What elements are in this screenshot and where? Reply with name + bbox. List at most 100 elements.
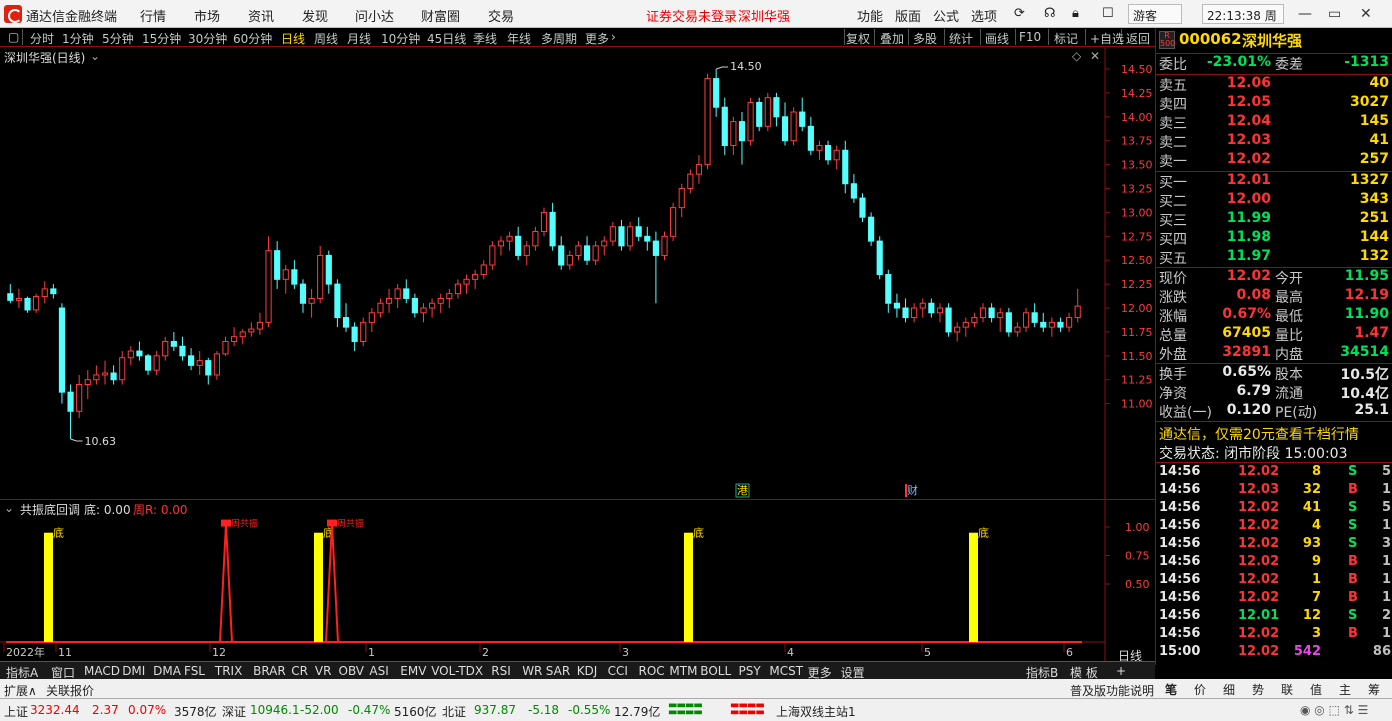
indicator-tab-cr[interactable]: CR [291,664,308,678]
period-8[interactable]: 月线 [347,30,371,47]
headset-icon[interactable]: ☊ [1044,6,1056,21]
indicator-tab-fsl[interactable]: FSL [184,664,205,678]
period-5[interactable]: 60分钟 [233,30,272,47]
hk-connect-marker[interactable]: 港 [737,484,748,497]
indicator-tab-trix[interactable]: TRIX [215,664,242,678]
period-2[interactable]: 5分钟 [102,30,134,47]
indicator-tab-boll[interactable]: BOLL [700,664,731,678]
promo-banner[interactable]: 通达信，仅需20元查看千档行情 [1159,424,1359,444]
menu-item-faxian[interactable]: 发现 [302,6,328,25]
indicator-tab-mcst[interactable]: MCST [769,664,803,678]
quote-tab-5[interactable]: 值 [1310,681,1322,698]
indicator-tab-macd[interactable]: MACD [84,664,120,678]
period-7[interactable]: 周线 [314,30,338,47]
toolbar-btn-2[interactable]: 多股 [913,30,937,47]
chart-settings-icon[interactable]: ⌄ [90,49,100,63]
indicator-tab-cci[interactable]: CCI [608,664,628,678]
indicator-tab-roc[interactable]: ROC [639,664,665,678]
indicator-tab-rsi[interactable]: RSI [491,664,511,678]
menu-item-hangqing[interactable]: 行情 [140,6,166,25]
quote-tab-6[interactable]: 主 [1339,681,1351,698]
close-icon[interactable]: ✕ [1360,6,1372,22]
period-9[interactable]: 10分钟 [381,30,420,47]
toolbar-btn-6[interactable]: 标记 [1054,30,1078,47]
indicator-tab-right-2[interactable]: + [1116,664,1126,678]
indicator-tab-wr[interactable]: WR [522,664,542,678]
kline-svg[interactable]: 14.50 14.25 14.00 13.75 13.50 13.25 13.00 12.75… [0,47,1155,499]
period-3[interactable]: 15分钟 [142,30,181,47]
quote-tab-4[interactable]: 联 [1281,681,1293,698]
indicator-tab-psy[interactable]: PSY [739,664,761,678]
quote-tab-1[interactable]: 价 [1194,681,1206,698]
status-icons[interactable]: ◉ ◎ ⬚ ⇅ ☰ [1300,703,1368,717]
period-11[interactable]: 季线 [473,30,497,47]
bid-row[interactable]: 买二 12.00 343 [1156,191,1392,210]
toolbar-btn-5[interactable]: F10 [1019,30,1041,44]
ask-row[interactable]: 卖四 12.05 3027 [1156,94,1392,113]
bid-row[interactable]: 买一 12.01 1327 [1156,172,1392,191]
indicator-svg[interactable]: 1.000.750.50底底底底周共振 周共振2022年 11 12 1 2 3 4 5 6 [0,500,1155,661]
diamond-icon[interactable]: ◇ [1072,49,1081,63]
layout-icon[interactable]: ▢ [8,30,19,44]
indicator-tab-obv[interactable]: OBV [339,664,365,678]
menu-tool-xuanxiang[interactable]: 选项 [971,6,997,25]
minimize-icon[interactable]: — [1298,6,1312,22]
period-1[interactable]: 1分钟 [62,30,94,47]
indicator-tab-brar[interactable]: BRAR [253,664,286,678]
indicator-tab-dma[interactable]: DMA [153,664,181,678]
menu-tool-banmian[interactable]: 版面 [895,6,921,25]
chat-icon[interactable]: ☐ [1102,6,1114,21]
toolbar-btn-7[interactable]: +自选 [1090,30,1124,47]
quote-tab-0[interactable]: 笔 [1165,681,1177,698]
menu-item-jiaoyi[interactable]: 交易 [488,6,514,25]
menu-tool-gongshi[interactable]: 公式 [933,6,959,25]
period-0[interactable]: 分时 [30,30,54,47]
bid-row[interactable]: 买五 11.97 132 [1156,248,1392,267]
indicator-tab-kdj[interactable]: KDJ [577,664,598,678]
expand-tab[interactable]: 扩展∧ [4,682,37,699]
quote-tab-2[interactable]: 细 [1223,681,1235,698]
login-notice[interactable]: 证券交易未登录 [646,6,737,25]
indicator-menu-icon[interactable]: ⌄ [4,501,14,515]
ask-row[interactable]: 卖五 12.06 40 [1156,75,1392,94]
related-quote-tab[interactable]: 关联报价 [46,682,94,699]
period-4[interactable]: 30分钟 [188,30,227,47]
menu-tool-gongneng[interactable]: 功能 [857,6,883,25]
period-10[interactable]: 45日线 [427,30,466,47]
period-14[interactable]: 更多 [585,30,609,47]
server-label[interactable]: 上海双线主站1 [776,703,856,720]
indicator-panel[interactable]: 1.00 0.75 0.50 底底底底周共振 周共振 2022年 11 12 1 2 3 4 5 6 ⌄ … [0,499,1155,663]
indicator-tab-emv[interactable]: EMV [400,664,426,678]
menu-item-shichang[interactable]: 市场 [194,6,220,25]
finance-marker[interactable]: 财 [907,483,918,497]
indicator-tab-mtm[interactable]: MTM [669,664,697,678]
indicator-tab-vol-tdx[interactable]: VOL-TDX [431,664,483,678]
indicator-tab-asi[interactable]: ASI [369,664,388,678]
period-more-chevron-icon[interactable]: › [611,30,616,44]
menu-item-zixun[interactable]: 资讯 [248,6,274,25]
indicator-tab-dmi[interactable]: DMI [122,664,145,678]
period-13[interactable]: 多周期 [541,30,577,47]
ask-row[interactable]: 卖一 12.02 257 [1156,151,1392,170]
maximize-icon[interactable]: ▭ [1328,6,1341,22]
toolbar-btn-4[interactable]: 画线 [985,30,1009,47]
bid-row[interactable]: 买三 11.99 251 [1156,210,1392,229]
user-button[interactable]: 游客 [1128,4,1182,24]
refresh-icon[interactable]: ⟳ [1014,6,1025,21]
menu-item-caifuquan[interactable]: 财富圈 [421,6,460,25]
collapse-icon[interactable]: ✕ [1090,49,1100,63]
toolbar-btn-1[interactable]: 叠加 [880,30,904,47]
ask-row[interactable]: 卖二 12.03 41 [1156,132,1392,151]
kline-chart[interactable]: 14.50 14.25 14.00 13.75 13.50 13.25 13.00 12.75… [0,47,1155,499]
quote-tab-3[interactable]: 势 [1252,681,1264,698]
bid-row[interactable]: 买四 11.98 144 [1156,229,1392,248]
ask-row[interactable]: 卖三 12.04 145 [1156,113,1392,132]
help-link[interactable]: 普及版功能说明 [1070,682,1154,699]
period-12[interactable]: 年线 [507,30,531,47]
indicator-tab-vr[interactable]: VR [315,664,332,678]
period-6[interactable]: 日线 [281,30,305,47]
toolbar-btn-3[interactable]: 统计 [949,30,973,47]
toolbar-btn-8[interactable]: 返回 [1126,30,1150,47]
indicator-tab-sar[interactable]: SAR [546,664,570,678]
toolbar-btn-0[interactable]: 复权 [846,30,870,47]
